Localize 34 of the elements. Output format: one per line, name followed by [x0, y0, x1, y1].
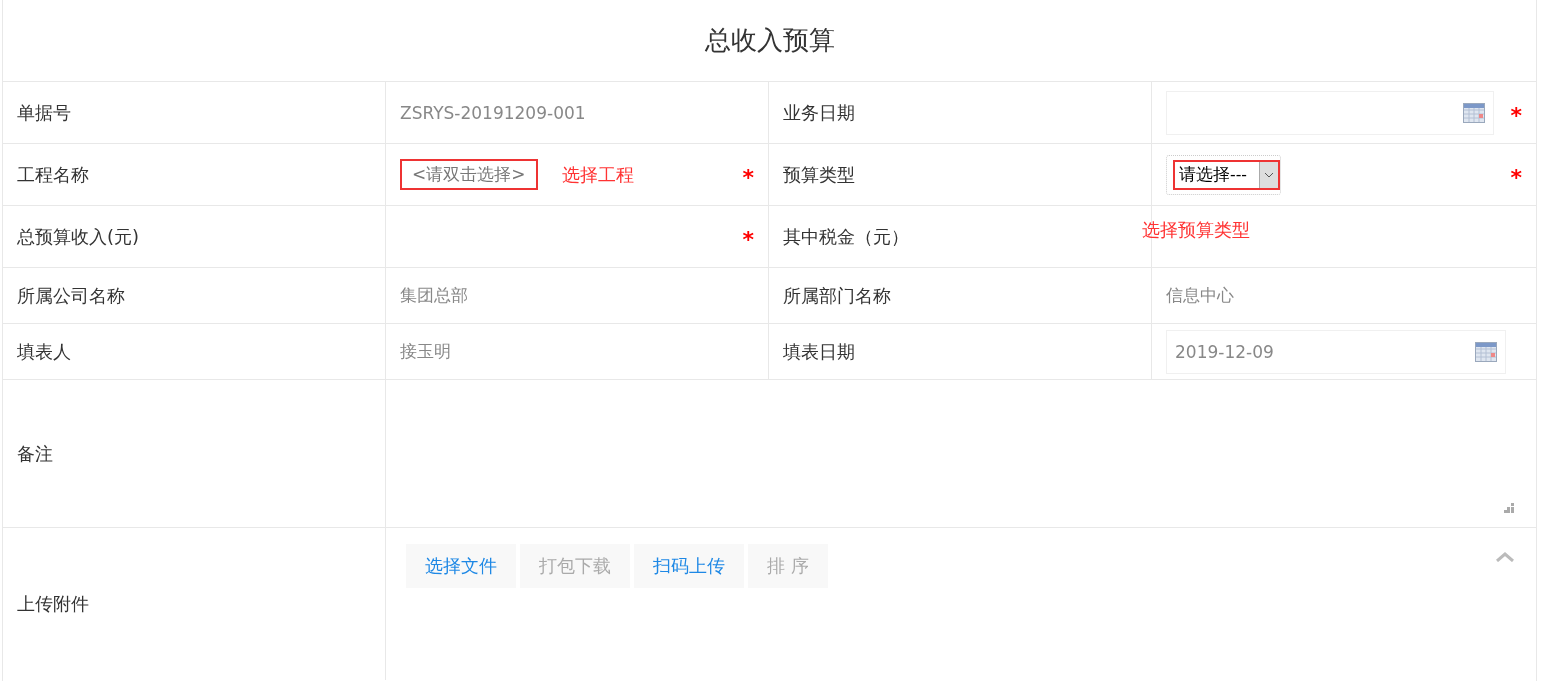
field-label: 备注: [17, 441, 53, 466]
required-asterisk: *: [742, 164, 754, 190]
budget-type-select[interactable]: 请选择---: [1173, 159, 1280, 190]
calendar-icon[interactable]: [1475, 341, 1497, 362]
field-label: 所属公司名称: [17, 283, 125, 308]
annotation-text: 选择预算类型: [1142, 218, 1250, 242]
upload-toolbar-button[interactable]: 扫码上传: [634, 544, 744, 588]
field-label: 预算类型: [783, 162, 855, 187]
date-field[interactable]: [1166, 90, 1495, 135]
field-value: 信息中心: [1166, 284, 1234, 307]
caret-icon: [1264, 171, 1274, 178]
field-label: 工程名称: [17, 162, 89, 187]
field-label: 所属部门名称: [783, 283, 891, 308]
required-asterisk: *: [742, 226, 754, 252]
field-label: 单据号: [17, 100, 71, 125]
field-label: 填表人: [17, 339, 71, 364]
annotation-text: 选择工程: [561, 162, 634, 187]
field-label: 业务日期: [783, 100, 855, 125]
upload-toolbar-button[interactable]: 选择文件: [406, 544, 516, 588]
form-title: 总收入预算: [704, 24, 835, 57]
calendar-icon[interactable]: [1463, 102, 1486, 123]
field-label: 填表日期: [783, 339, 855, 364]
collapse-chevron-icon[interactable]: [1496, 552, 1514, 562]
date-field[interactable]: 2019-12-09: [1166, 329, 1506, 374]
field-label: 总预算收入(元): [17, 224, 140, 249]
field-label: 其中税金（元）: [783, 224, 909, 249]
field-value: 接玉明: [400, 340, 451, 363]
field-label: 上传附件: [17, 592, 89, 616]
required-asterisk: *: [1510, 164, 1522, 190]
required-asterisk: *: [1510, 102, 1522, 128]
project-picker[interactable]: <请双击选择>: [400, 159, 538, 190]
field-value: ZSRYS-20191209-001: [400, 102, 586, 123]
resize-grip-icon[interactable]: [1504, 503, 1514, 513]
field-value: 集团总部: [400, 284, 468, 307]
